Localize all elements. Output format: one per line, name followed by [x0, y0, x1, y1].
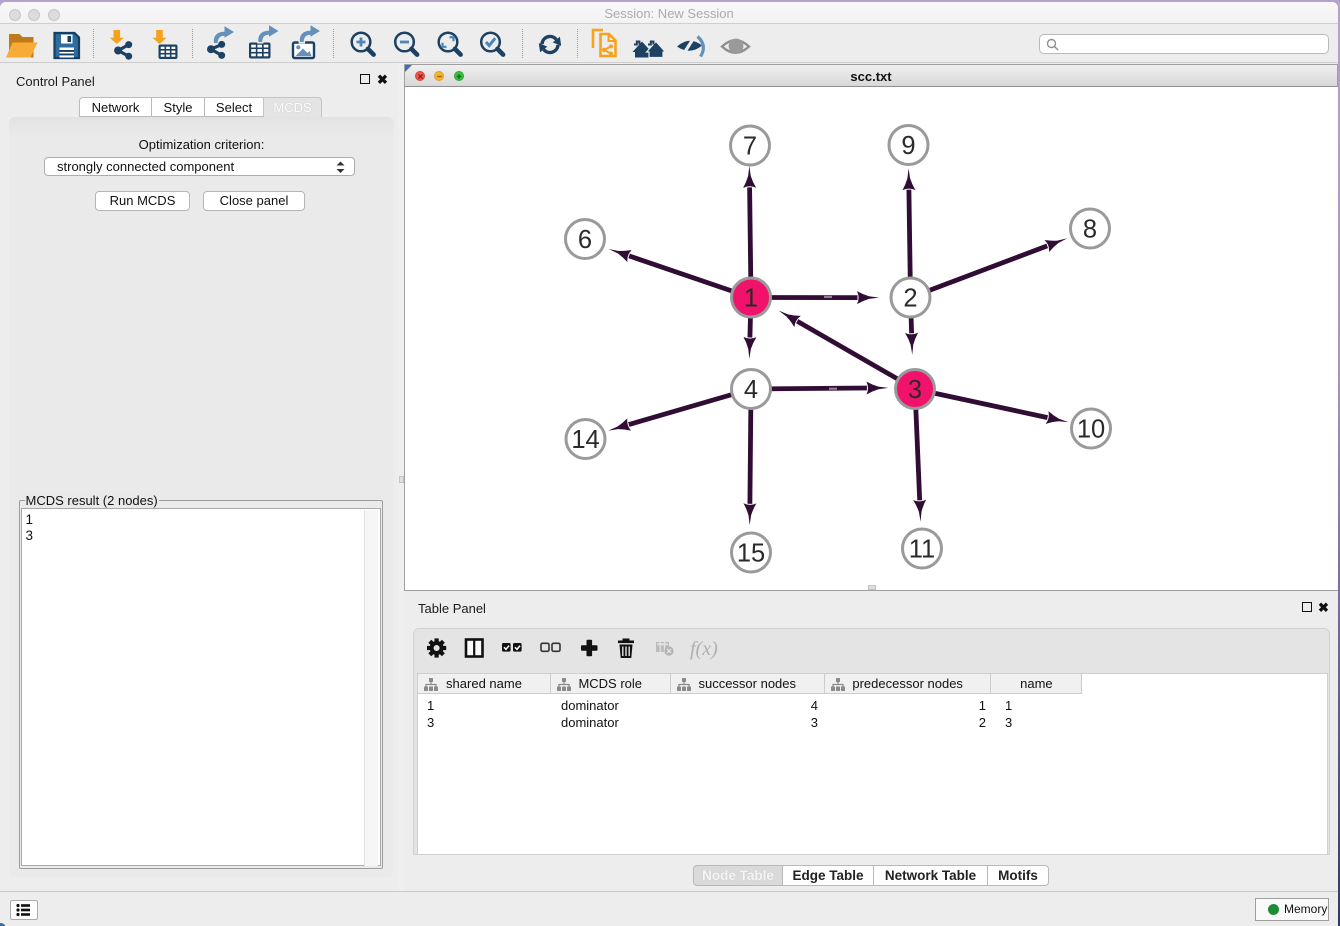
svg-text:4: 4: [744, 376, 758, 404]
svg-text:3: 3: [908, 376, 922, 404]
svg-text:15: 15: [737, 540, 765, 568]
svg-text:10: 10: [1077, 416, 1105, 444]
svg-text:9: 9: [901, 132, 915, 160]
svg-text:8: 8: [1083, 216, 1097, 244]
svg-text:7: 7: [743, 133, 757, 161]
svg-text:f(x): f(x): [690, 638, 718, 660]
svg-text:14: 14: [571, 426, 599, 454]
svg-text:2: 2: [903, 285, 917, 313]
svg-text:11: 11: [909, 536, 935, 564]
svg-text:6: 6: [578, 226, 592, 254]
svg-text:1: 1: [744, 285, 758, 313]
